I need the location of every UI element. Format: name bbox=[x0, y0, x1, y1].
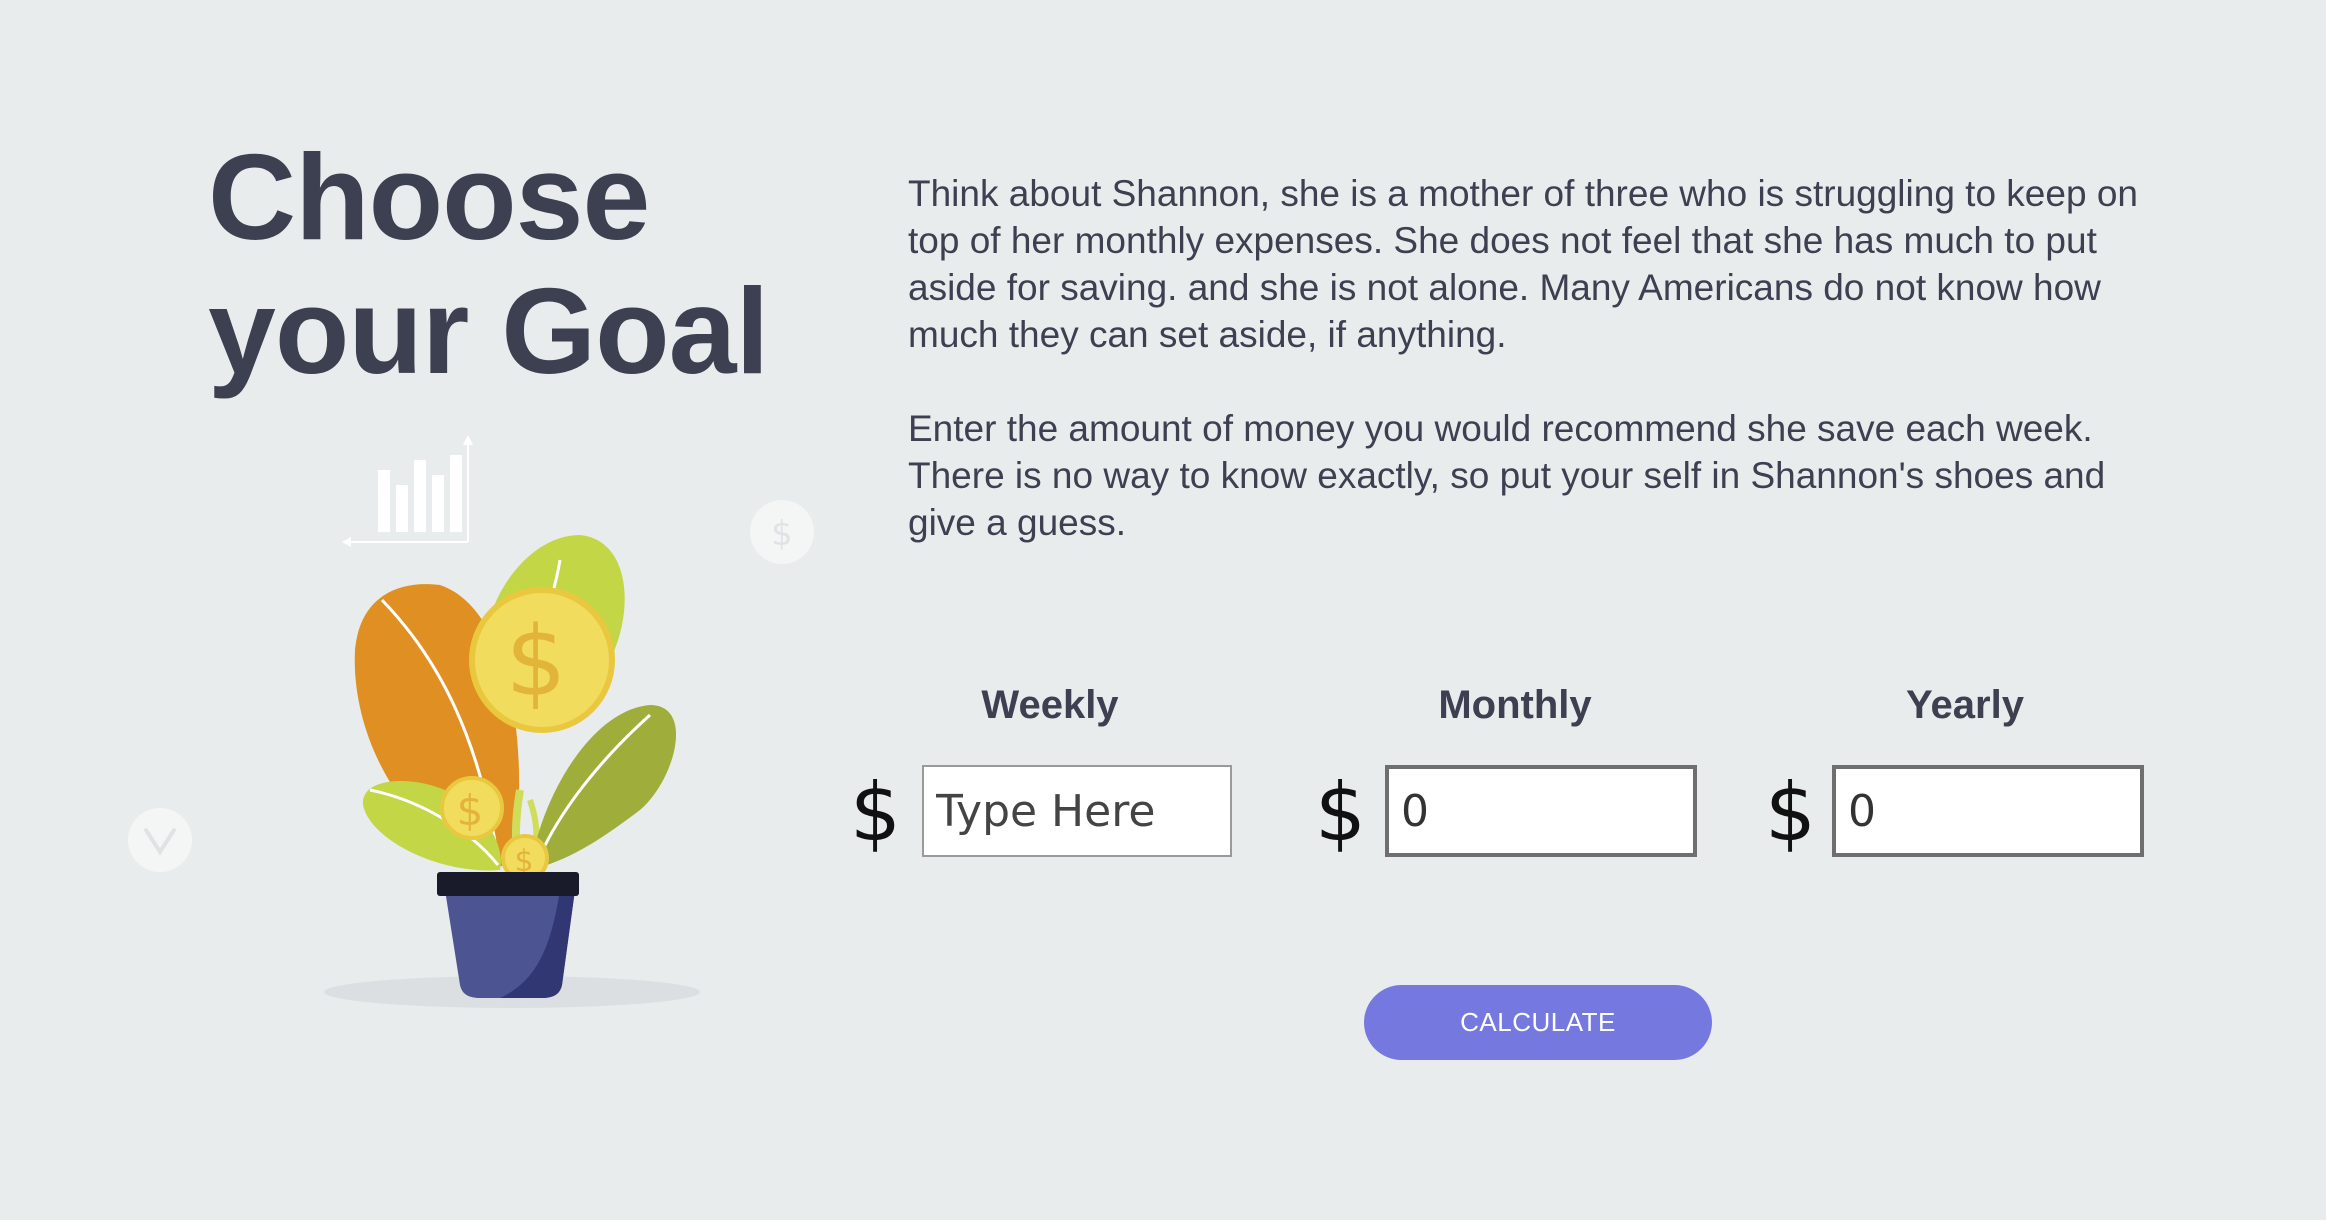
weekly-dollar-sign: $ bbox=[850, 766, 901, 859]
intro-paragraph-1: Think about Shannon, she is a mother of … bbox=[908, 173, 2138, 355]
chevron-down-icon bbox=[128, 808, 192, 872]
yearly-output[interactable] bbox=[1832, 765, 2144, 857]
bar-chart-icon bbox=[342, 435, 473, 547]
yearly-dollar-sign: $ bbox=[1765, 766, 1816, 859]
yearly-label: Yearly bbox=[1906, 683, 2024, 727]
yearly-group: Yearly $ bbox=[1765, 675, 2155, 865]
page-title-line-1: Choose bbox=[208, 129, 650, 265]
coin-symbol-medium: $ bbox=[457, 786, 484, 835]
calculate-button[interactable]: CALCULATE bbox=[1364, 985, 1712, 1060]
weekly-group: Weekly $ bbox=[850, 675, 1240, 865]
page-title-line-2: your Goal bbox=[208, 263, 769, 399]
intro-paragraph-2: Enter the amount of money you would reco… bbox=[908, 408, 2106, 543]
coin-symbol-small: $ bbox=[771, 514, 793, 554]
weekly-input[interactable] bbox=[922, 765, 1232, 857]
monthly-label: Monthly bbox=[1438, 683, 1592, 727]
intro-text: Think about Shannon, she is a mother of … bbox=[908, 170, 2148, 593]
page-title: Choose your Goal bbox=[208, 129, 769, 399]
monthly-dollar-sign: $ bbox=[1315, 766, 1366, 859]
weekly-label: Weekly bbox=[981, 683, 1119, 727]
monthly-group: Monthly $ bbox=[1315, 675, 1705, 865]
coin-symbol-large: $ bbox=[505, 606, 566, 718]
dollar-coin-icon: $ bbox=[750, 500, 814, 564]
monthly-output[interactable] bbox=[1385, 765, 1697, 857]
money-plant-illustration: $ $ $ $ bbox=[128, 435, 814, 1008]
